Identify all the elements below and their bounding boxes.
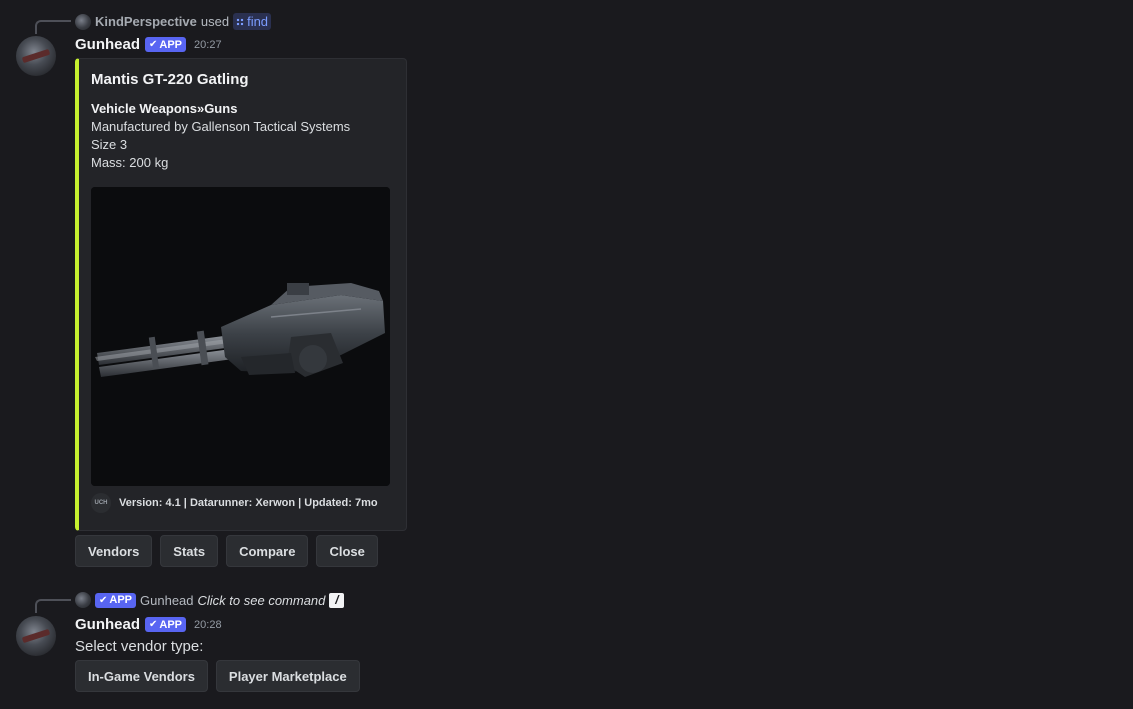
avatar[interactable] (16, 36, 56, 76)
reply-context[interactable]: ✔ APP Gunhead Click to see command / (75, 592, 345, 608)
app-badge: ✔ APP (145, 617, 187, 632)
weapon-image[interactable] (91, 187, 390, 486)
embed-manufacturer: Manufactured by Gallenson Tactical Syste… (91, 119, 351, 134)
timestamp[interactable]: 20:28 (194, 619, 222, 631)
check-icon: ✔ (149, 39, 158, 50)
timestamp[interactable]: 20:27 (194, 39, 222, 51)
check-icon: ✔ (99, 594, 108, 606)
reply-context[interactable]: KindPerspective used find (75, 13, 272, 30)
reply-avatar[interactable] (75, 592, 91, 608)
gatling-gun-illustration (91, 187, 390, 486)
embed-title: Mantis GT-220 Gatling (91, 71, 249, 88)
apps-icon (236, 17, 245, 26)
author-name[interactable]: Gunhead (75, 616, 140, 633)
reply-connector (35, 599, 71, 613)
app-badge-label: APP (159, 38, 183, 51)
slash-command-icon: / (329, 592, 345, 608)
embed-category: Vehicle Weapons»Guns (91, 101, 238, 116)
action-buttons: Vendors Stats Compare Close (75, 535, 378, 567)
author-name[interactable]: Gunhead (75, 36, 140, 53)
compare-button[interactable]: Compare (226, 535, 309, 567)
app-badge-label: APP (109, 594, 133, 606)
vendor-type-buttons: In-Game Vendors Player Marketplace (75, 660, 360, 692)
app-badge-label: APP (159, 618, 183, 631)
embed-footer-text: Version: 4.1 | Datarunner: Xerwon | Upda… (119, 497, 378, 509)
in-game-vendors-button[interactable]: In-Game Vendors (75, 660, 208, 692)
embed-footer: UCH Version: 4.1 | Datarunner: Xerwon | … (91, 493, 378, 513)
embed-mass: Mass: 200 kg (91, 155, 169, 170)
embed-description: Vehicle Weapons»Guns Manufactured by Gal… (91, 100, 350, 172)
app-badge: ✔ APP (145, 37, 187, 52)
close-button[interactable]: Close (316, 535, 378, 567)
reply-used-text: used (200, 14, 230, 29)
check-icon: ✔ (149, 619, 158, 630)
vendors-button[interactable]: Vendors (75, 535, 153, 567)
stats-button[interactable]: Stats (160, 535, 219, 567)
command-name: find (247, 14, 269, 29)
reply-username[interactable]: KindPerspective (95, 14, 197, 29)
reply-avatar[interactable] (75, 13, 91, 30)
player-marketplace-button[interactable]: Player Marketplace (215, 660, 360, 692)
gun-icon (21, 628, 51, 644)
footer-logo-icon: UCH (91, 493, 111, 513)
app-badge: ✔ APP (95, 592, 137, 608)
click-to-see-command[interactable]: Click to see command (198, 593, 326, 608)
message-header: Gunhead ✔ APP 20:28 (75, 616, 222, 633)
embed-card: Mantis GT-220 Gatling Vehicle Weapons»Gu… (75, 58, 407, 531)
reply-connector (35, 20, 71, 34)
command-mention[interactable]: find (233, 13, 272, 30)
embed-size: Size 3 (91, 137, 128, 152)
message-header: Gunhead ✔ APP 20:27 (75, 36, 222, 53)
avatar[interactable] (16, 616, 56, 656)
reply-username[interactable]: Gunhead (140, 593, 194, 608)
message-content: Select vendor type: (75, 638, 204, 655)
gun-icon (21, 48, 51, 64)
